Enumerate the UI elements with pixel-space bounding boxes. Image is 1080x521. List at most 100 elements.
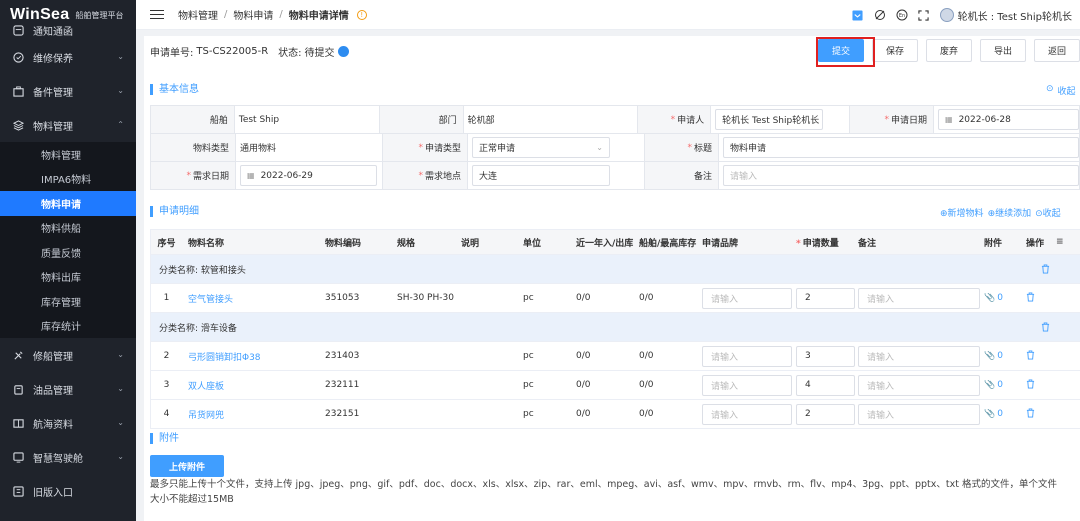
- submenu-item-inventory-stats[interactable]: 库存统计: [0, 314, 136, 339]
- sidebar-item-oil[interactable]: 油品管理 ⌄: [0, 372, 136, 406]
- submenu-item-material-request[interactable]: 物料申请: [0, 191, 136, 216]
- sidebar-item-label: 备件管理: [33, 87, 73, 99]
- message-icon[interactable]: [852, 9, 864, 21]
- request-no-value: TS-CS22005-R: [196, 45, 269, 57]
- old-entry-icon: [12, 485, 24, 497]
- table-row: 2 弓形圆销卸扣Φ38 231403 pc 0/0 0/0 请输入 3 请输入 …: [151, 342, 1080, 371]
- brand-input[interactable]: 请输入: [702, 374, 792, 396]
- sidebar-item-material[interactable]: 物料管理 ⌃: [0, 108, 136, 142]
- discard-button[interactable]: 废弃: [926, 39, 972, 62]
- attachment-link[interactable]: 📎 0: [984, 351, 1026, 361]
- delete-icon[interactable]: [1041, 264, 1050, 277]
- request-no-label: 申请单号:: [150, 47, 194, 59]
- delete-icon[interactable]: [1026, 292, 1036, 303]
- sidebar-item-label: 油品管理: [33, 385, 73, 397]
- sidebar-item-dashboard[interactable]: 智慧驾驶舱 ⌄: [0, 440, 136, 474]
- quantity-input[interactable]: 2: [796, 287, 855, 309]
- menu-toggle-icon[interactable]: [150, 7, 164, 22]
- subject-input[interactable]: 物料申请: [723, 137, 1079, 158]
- sidebar-item-old-entry[interactable]: 旧版入口: [0, 474, 136, 508]
- paperclip-icon: 📎: [984, 409, 996, 419]
- column-settings-icon[interactable]: ≡: [1056, 237, 1070, 247]
- submenu-item-material-mgmt[interactable]: 物料管理: [0, 142, 136, 167]
- user-menu[interactable]: 轮机长 : Test Ship轮机长: [939, 8, 1072, 23]
- brand-input[interactable]: 请输入: [702, 403, 792, 425]
- state-progress-icon[interactable]: [337, 45, 349, 57]
- submenu-item-impa6[interactable]: IMPA6物料: [0, 167, 136, 192]
- chevron-down-icon: ⌄: [117, 52, 124, 61]
- applicant-field[interactable]: 轮机长 Test Ship轮机长: [715, 109, 824, 130]
- remark-input[interactable]: 请输入: [858, 345, 980, 367]
- sidebar-item-maintenance[interactable]: 维修保养 ⌄: [0, 40, 136, 74]
- delete-icon[interactable]: [1026, 379, 1036, 390]
- chevron-down-icon: ⌄: [117, 86, 124, 95]
- applicant-label: 申请人: [677, 116, 705, 126]
- place-label: 需求地点: [424, 172, 461, 182]
- chevron-down-icon: ⌄: [117, 418, 124, 427]
- submenu-item-quality-feedback[interactable]: 质量反馈: [0, 240, 136, 265]
- upload-button[interactable]: 上传附件: [150, 455, 224, 477]
- detail-collapse-toggle[interactable]: ⊙收起: [1035, 206, 1061, 219]
- remark-input[interactable]: 请输入: [858, 287, 980, 309]
- chevron-down-icon: ⌄: [596, 143, 603, 152]
- remark-input[interactable]: 请输入: [723, 165, 1079, 186]
- attachment-link[interactable]: 📎 0: [984, 380, 1026, 390]
- collapse-label: 收起: [1057, 87, 1076, 97]
- paperclip-icon: 📎: [984, 293, 996, 303]
- place-input[interactable]: 大连: [472, 165, 610, 186]
- attachment-link[interactable]: 📎 0: [984, 293, 1026, 303]
- sidebar-item-label: 修船管理: [33, 351, 73, 363]
- brand-input[interactable]: 请输入: [702, 345, 792, 367]
- delete-icon[interactable]: [1026, 350, 1036, 361]
- basic-collapse-toggle[interactable]: ⊙ 收起: [1046, 84, 1076, 97]
- repair-icon: [12, 349, 24, 361]
- sidebar-item-nautical[interactable]: 航海资料 ⌄: [0, 406, 136, 440]
- attachment-link[interactable]: 📎 0: [984, 409, 1026, 419]
- breadcrumb-item[interactable]: 物料申请: [233, 7, 273, 22]
- save-button[interactable]: 保存: [872, 39, 918, 62]
- fullscreen-icon[interactable]: [918, 9, 930, 21]
- user-name: 轮机长 : Test Ship轮机长: [957, 11, 1072, 23]
- tool-icon[interactable]: [874, 9, 886, 21]
- sidebar-item-notice[interactable]: 通知通函: [0, 20, 136, 40]
- add-material-button[interactable]: ⊕新增物料: [940, 206, 984, 219]
- sidebar: WinSea 船舶管理平台 通知通函 维修保养 ⌄ 备件管理 ⌄ 物料管理 ⌃ …: [0, 0, 136, 521]
- apply-type-select[interactable]: 正常申请 ⌄: [472, 137, 610, 158]
- delete-icon[interactable]: [1026, 408, 1036, 419]
- breadcrumb-item[interactable]: 物料管理: [178, 7, 218, 22]
- breadcrumb: 物料管理 / 物料申请 / 物料申请详情 !: [178, 7, 367, 22]
- export-button[interactable]: 导出: [980, 39, 1026, 62]
- sidebar-item-label: 维修保养: [33, 53, 73, 65]
- quantity-input[interactable]: 2: [796, 403, 855, 425]
- material-type-value: 通用物料: [236, 134, 383, 162]
- header-tools: En 轮机长 : Test Ship轮机长: [852, 0, 1072, 30]
- attachments-title: 附件: [150, 433, 179, 444]
- quantity-input[interactable]: 3: [796, 345, 855, 367]
- remark-input[interactable]: 请输入: [858, 374, 980, 396]
- detail-actions: ⊕新增物料 ⊕继续添加 ⊙收起: [940, 206, 1061, 219]
- chevron-down-icon: ⌄: [117, 384, 124, 393]
- submenu-item-material-supply[interactable]: 物料供船: [0, 216, 136, 241]
- submit-highlight-box: [816, 37, 875, 67]
- quantity-input[interactable]: 4: [796, 374, 855, 396]
- need-date-picker[interactable]: ▦ 2022-06-29: [240, 165, 377, 186]
- sidebar-item-repair[interactable]: 修船管理 ⌄: [0, 338, 136, 372]
- continue-add-button[interactable]: ⊕继续添加: [988, 206, 1032, 219]
- brand-input[interactable]: 请输入: [702, 287, 792, 309]
- apply-date-label: 申请日期: [891, 116, 928, 126]
- sidebar-item-spare-parts[interactable]: 备件管理 ⌄: [0, 74, 136, 108]
- back-button[interactable]: 返回: [1034, 39, 1080, 62]
- dept-value: 轮机部: [463, 106, 639, 134]
- calendar-icon: ▦: [247, 171, 255, 180]
- language-icon[interactable]: En: [896, 9, 908, 21]
- submenu-item-outbound[interactable]: 物料出库: [0, 265, 136, 290]
- maintenance-icon: [12, 51, 24, 63]
- apply-date-picker[interactable]: ▦ 2022-06-28: [938, 109, 1080, 130]
- chevron-up-icon: ⌃: [117, 120, 124, 129]
- info-icon[interactable]: !: [356, 9, 367, 20]
- submenu-item-inventory[interactable]: 库存管理: [0, 289, 136, 314]
- collapse-icon: ⊙: [1046, 84, 1054, 94]
- delete-icon[interactable]: [1041, 322, 1050, 335]
- spare-parts-icon: [12, 85, 24, 97]
- remark-input[interactable]: 请输入: [858, 403, 980, 425]
